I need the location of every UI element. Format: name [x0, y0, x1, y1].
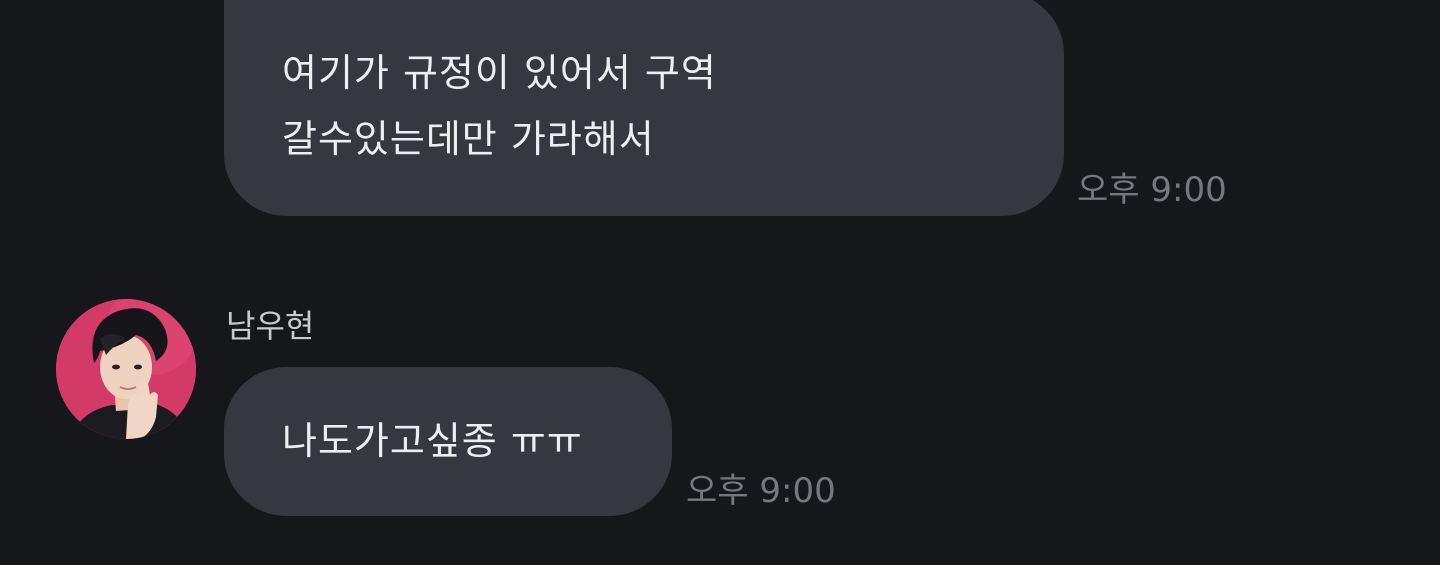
chat-view: 여기가 규정이 있어서 구역 갈수있는데만 가라해서 오후 9:00 남우현 나… — [0, 0, 1440, 565]
sender-name: 남우현 — [226, 307, 315, 345]
sender-avatar[interactable] — [56, 299, 196, 439]
message-timestamp: 오후 9:00 — [686, 471, 836, 511]
message-bubble[interactable]: 여기가 규정이 있어서 구역 갈수있는데만 가라해서 — [224, 0, 1064, 216]
profile-photo-avatar-icon — [56, 299, 196, 439]
message-text-line: 갈수있는데만 가라해서 — [282, 117, 655, 161]
message-timestamp: 오후 9:00 — [1077, 170, 1227, 210]
message-bubble[interactable]: 나도가고싶종 ㅠㅠ — [224, 367, 672, 516]
message-text-line: 여기가 규정이 있어서 구역 — [282, 51, 717, 95]
message-text-line: 나도가고싶종 ㅠㅠ — [282, 419, 583, 463]
